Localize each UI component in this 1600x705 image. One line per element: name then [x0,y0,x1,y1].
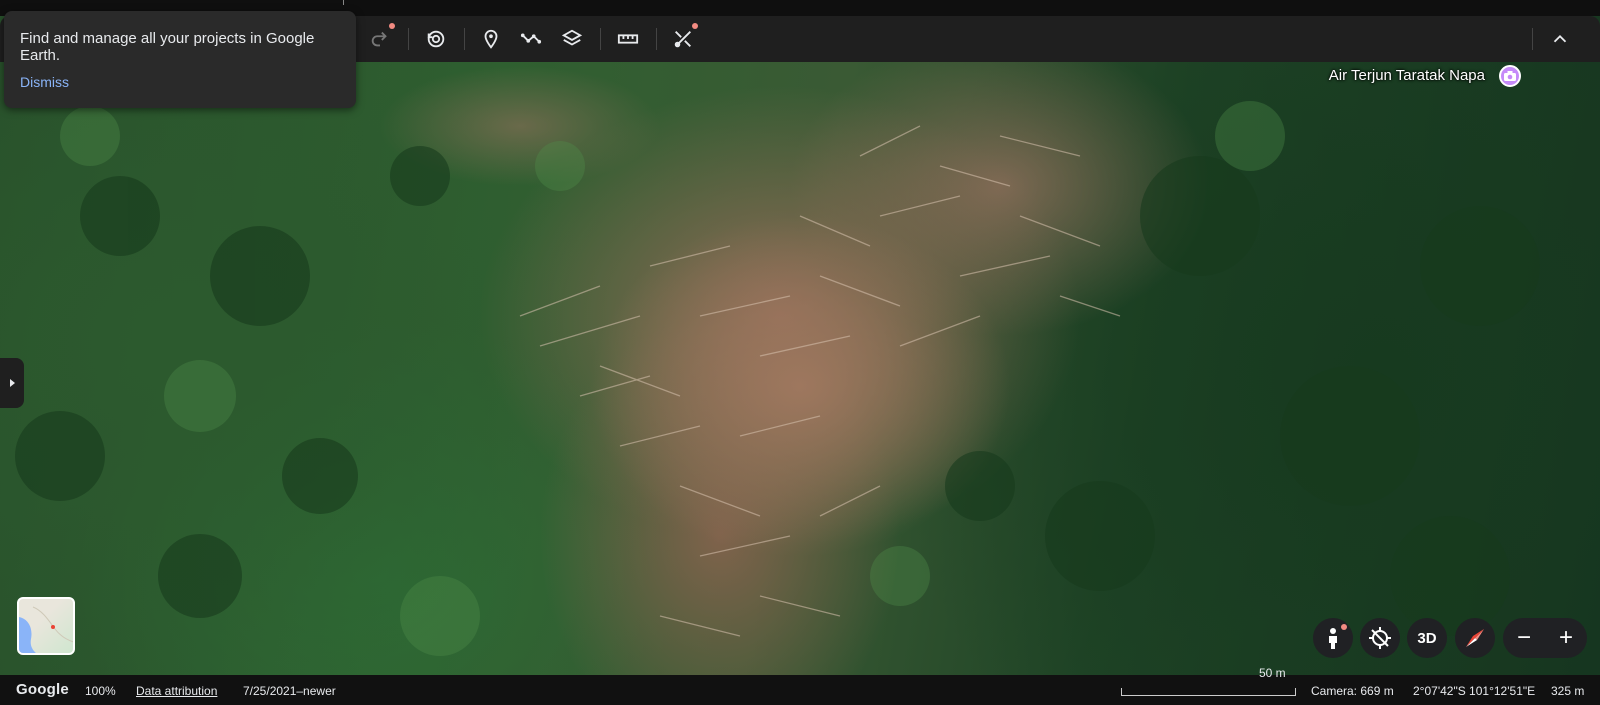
map-style-icon [561,29,583,46]
pegman-icon [1329,628,1337,649]
location-off-icon [1369,627,1391,649]
zoom-out-button[interactable]: − [1504,626,1544,650]
notification-dot [692,23,698,29]
projects-tooltip-popup: Find and manage all your projects in Goo… [4,11,356,108]
add-path-icon [520,33,542,44]
imagery-date: 7/25/2021–newer [243,684,336,698]
dismiss-button[interactable]: Dismiss [20,74,69,90]
tools-button[interactable] [666,23,700,55]
tilt-toggle-button[interactable] [1360,618,1400,658]
collapse-toolbar-button[interactable] [1543,23,1577,55]
add-path-button[interactable] [514,23,548,55]
measure-icon [617,34,639,44]
minimap-image [19,606,73,653]
coordinates: 2°07'42"S 101°12'51"E [1413,684,1536,698]
map-style-button[interactable] [555,23,589,55]
toolbar-divider [656,28,657,50]
notification-dot [1341,624,1347,630]
toolbar-divider [1532,28,1533,50]
zoom-in-button[interactable]: + [1546,626,1586,650]
compass-icon [1466,629,1484,647]
toolbar-divider [464,28,465,50]
google-logo: Google [16,681,69,698]
measure-button[interactable] [611,23,645,55]
elevation: 325 m [1551,684,1585,698]
add-placemark-icon [484,29,498,49]
zoom-controls: − + [1503,618,1587,658]
add-placemark-button[interactable] [474,23,508,55]
zoom-percent: 100% [85,684,116,698]
side-panel-toggle[interactable] [0,358,24,408]
compass-button[interactable] [1455,618,1495,658]
toolbar-divider [600,28,601,50]
camera-altitude: Camera: 669 m [1311,684,1394,698]
tab-marker [343,0,344,5]
scale-bar [1121,688,1296,696]
minimap[interactable] [17,597,75,655]
tools-icon [674,31,691,48]
scale-label: 50 m [1259,666,1286,680]
chevron-right-icon [10,379,15,387]
notification-dot [389,23,395,29]
redo-button[interactable] [363,23,397,55]
chevron-up-icon [1553,34,1567,43]
street-view-button[interactable] [1313,618,1353,658]
historical-imagery-button[interactable] [419,23,453,55]
toolbar-divider [408,28,409,50]
3d-toggle-button[interactable]: 3D [1407,618,1447,658]
popup-message: Find and manage all your projects in Goo… [20,30,315,64]
redo-icon [371,31,387,47]
satellite-map[interactable] [0,16,1600,675]
imagery-texture [15,101,1540,656]
place-pin-icon[interactable] [1499,65,1521,87]
historical-imagery-icon [427,30,445,48]
status-bar: Google 100% Data attribution 7/25/2021–n… [0,666,1600,705]
data-attribution-link[interactable]: Data attribution [136,684,217,698]
camera-icon [1504,71,1516,81]
place-label[interactable]: Air Terjun Taratak Napa [1329,67,1485,84]
